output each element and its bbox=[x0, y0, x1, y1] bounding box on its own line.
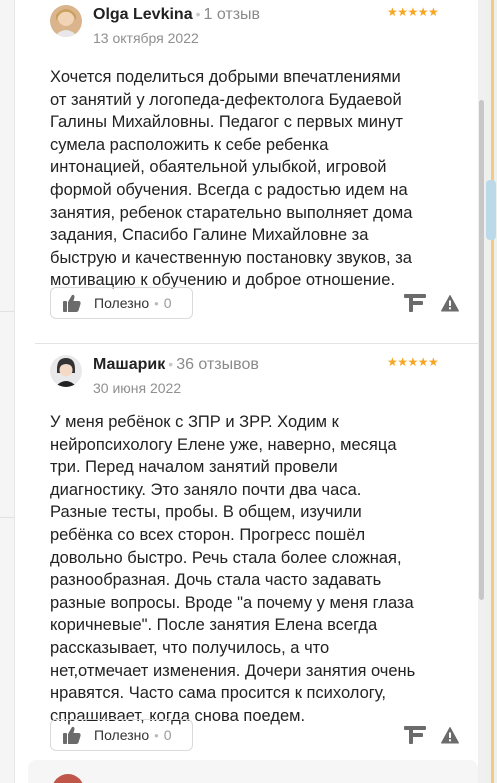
brand-f-icon[interactable] bbox=[404, 294, 426, 312]
thumbs-up-icon bbox=[63, 726, 81, 744]
map-road bbox=[491, 0, 494, 783]
author-line: Olga Levkina • 1 отзыв bbox=[93, 6, 260, 24]
author-name[interactable]: Машарик bbox=[93, 356, 165, 373]
avatar[interactable] bbox=[50, 5, 82, 37]
author-line: Машарик • 36 отзывов bbox=[93, 356, 259, 374]
thumbs-up-icon bbox=[63, 294, 81, 312]
useful-count: 0 bbox=[163, 295, 172, 311]
edge-divider bbox=[0, 311, 14, 312]
author-review-count: 36 отзывов bbox=[176, 356, 259, 373]
review-date: 30 июня 2022 bbox=[93, 380, 182, 396]
rating-stars: ★★★★★ bbox=[387, 355, 439, 369]
review-header: Olga Levkina • 1 отзыв 13 октября 2022 ★★★… bbox=[35, 0, 465, 46]
review-date: 13 октября 2022 bbox=[93, 30, 199, 46]
scrollbar-thumb[interactable] bbox=[479, 100, 484, 600]
review-card: Olga Levkina • 1 отзыв 13 октября 2022 ★★★… bbox=[35, 0, 465, 340]
avatar[interactable] bbox=[50, 355, 82, 387]
useful-button[interactable]: Полезно • 0 bbox=[50, 287, 193, 319]
review-text: Хочется поделиться добрыми впечатлениями… bbox=[50, 68, 413, 290]
separator-dot: • bbox=[168, 356, 174, 372]
brand-f-icon[interactable] bbox=[404, 726, 426, 744]
useful-label: Полезно bbox=[94, 295, 150, 311]
edge-divider bbox=[0, 517, 14, 518]
next-review-card bbox=[28, 760, 478, 783]
separator-dot: • bbox=[154, 727, 159, 743]
review-card: Машарик • 36 отзывов 30 июня 2022 ★★★★★ У … bbox=[35, 350, 465, 760]
warning-icon[interactable] bbox=[441, 295, 459, 312]
review-header: Машарик • 36 отзывов 30 июня 2022 ★★★★★ bbox=[35, 350, 465, 396]
useful-label: Полезно bbox=[94, 727, 150, 743]
map-edge[interactable] bbox=[485, 0, 497, 783]
review-text: У меня ребёнок с ЗПР и ЗРР. Ходим к нейр… bbox=[50, 413, 416, 725]
separator-dot: • bbox=[195, 6, 201, 22]
separator-dot: • bbox=[154, 295, 159, 311]
useful-count: 0 bbox=[163, 727, 172, 743]
rating-stars: ★★★★★ bbox=[387, 5, 439, 19]
author-review-count: 1 отзыв bbox=[203, 6, 261, 23]
review-divider bbox=[35, 343, 478, 344]
author-name[interactable]: Olga Levkina bbox=[93, 6, 193, 23]
useful-button[interactable]: Полезно • 0 bbox=[50, 719, 193, 751]
warning-icon[interactable] bbox=[441, 727, 459, 744]
map-water bbox=[486, 180, 496, 240]
avatar[interactable] bbox=[52, 774, 84, 783]
background-edge bbox=[0, 0, 14, 783]
